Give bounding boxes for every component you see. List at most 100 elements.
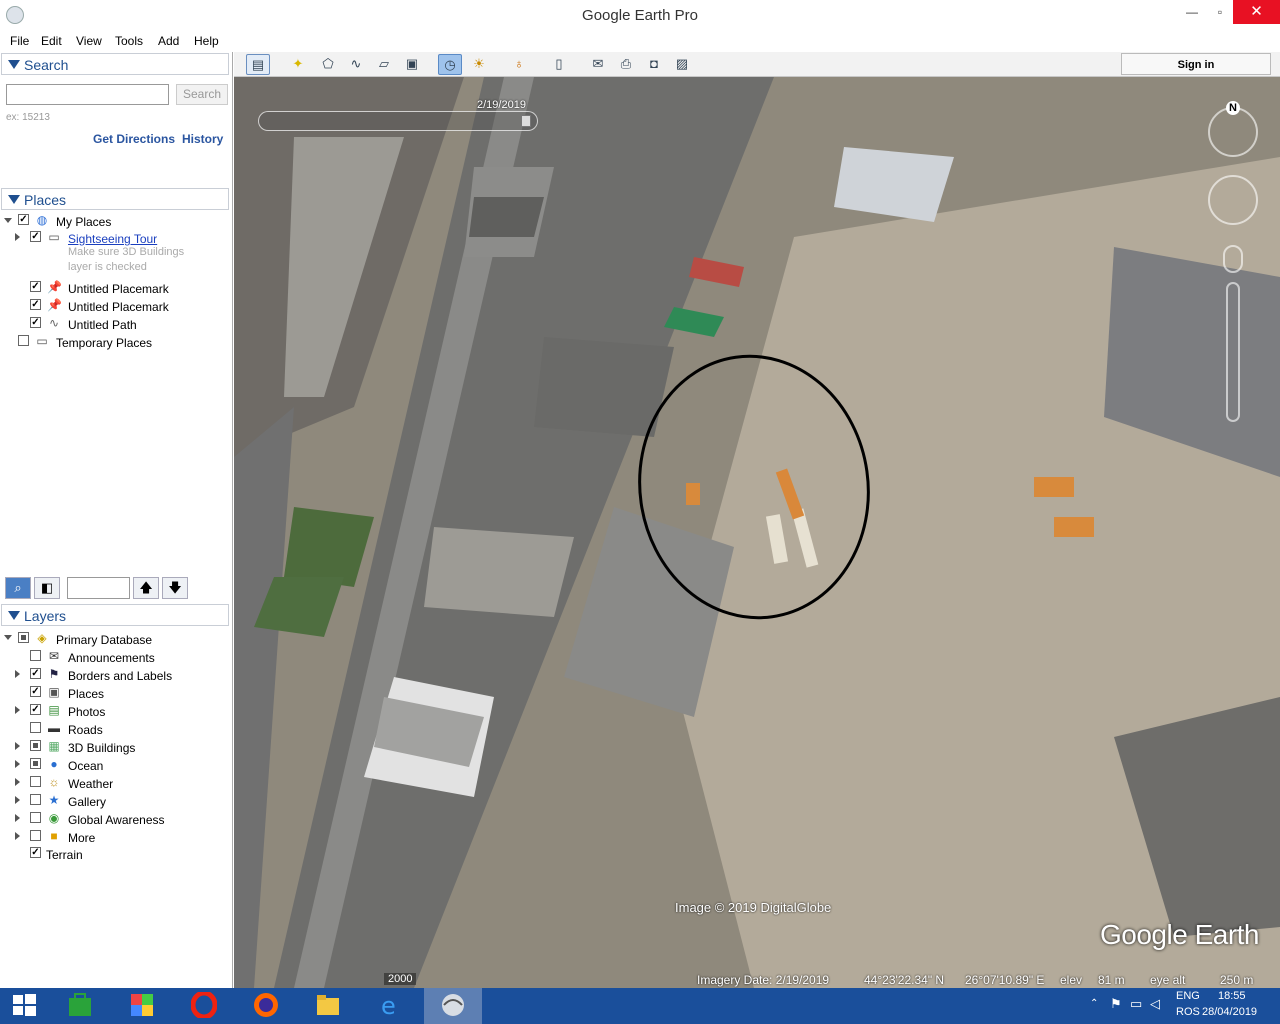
taskbar-store[interactable] bbox=[56, 988, 104, 1024]
layer-primary-database[interactable]: ◈ Primary Database bbox=[0, 630, 230, 648]
add-overlay-button[interactable]: ▱ bbox=[372, 54, 396, 75]
action-center-flag-icon[interactable]: ⚑ bbox=[1110, 996, 1122, 1012]
taskbar-internet-explorer[interactable]: e bbox=[366, 988, 414, 1024]
time-slider-handle[interactable] bbox=[521, 115, 531, 127]
historical-imagery-button[interactable]: ◷ bbox=[438, 54, 462, 75]
network-icon[interactable]: ▭ bbox=[1130, 996, 1142, 1012]
north-indicator[interactable]: N bbox=[1226, 101, 1240, 115]
path-checkbox[interactable]: ✓ bbox=[30, 317, 41, 328]
clock-date[interactable]: 28/04/2019 bbox=[1202, 1006, 1257, 1018]
tree-item-temporary-places[interactable]: ▭ Temporary Places bbox=[0, 333, 230, 351]
expand-arrow-icon[interactable] bbox=[15, 832, 20, 840]
expand-arrow-icon[interactable] bbox=[15, 814, 20, 822]
terrain-checkbox[interactable]: ✓ bbox=[30, 847, 41, 858]
add-polygon-button[interactable]: ⬠ bbox=[316, 54, 340, 75]
3d-buildings-checkbox[interactable] bbox=[30, 740, 41, 751]
borders-checkbox[interactable]: ✓ bbox=[30, 668, 41, 679]
menu-add[interactable]: Add bbox=[158, 34, 179, 48]
layer-borders-labels[interactable]: ✓ ⚑ Borders and Labels bbox=[0, 666, 230, 684]
more-checkbox[interactable] bbox=[30, 830, 41, 841]
expand-arrow-icon[interactable] bbox=[15, 778, 20, 786]
tree-item-label[interactable]: Sightseeing Tour bbox=[68, 232, 157, 246]
layer-weather[interactable]: ☼ Weather bbox=[0, 774, 230, 792]
ocean-checkbox[interactable] bbox=[30, 758, 41, 769]
sign-in-button[interactable]: Sign in bbox=[1121, 53, 1271, 75]
menu-help[interactable]: Help bbox=[194, 34, 219, 48]
satellite-map[interactable]: 2/19/2019 N Image © 2019 DigitalGlobe Go… bbox=[234, 77, 1280, 988]
menu-view[interactable]: View bbox=[76, 34, 102, 48]
expand-arrow-icon[interactable] bbox=[15, 706, 20, 714]
layer-gallery[interactable]: ★ Gallery bbox=[0, 792, 230, 810]
my-places-checkbox[interactable]: ✓ bbox=[18, 214, 29, 225]
photos-checkbox[interactable]: ✓ bbox=[30, 704, 41, 715]
tree-item-placemark-2[interactable]: ✓ 📌 Untitled Placemark bbox=[0, 297, 230, 315]
language-indicator[interactable]: ENG bbox=[1176, 990, 1200, 1002]
placemark-2-checkbox[interactable]: ✓ bbox=[30, 299, 41, 310]
menu-edit[interactable]: Edit bbox=[41, 34, 62, 48]
layer-ocean[interactable]: ● Ocean bbox=[0, 756, 230, 774]
expand-arrow-icon[interactable] bbox=[15, 760, 20, 768]
search-input[interactable] bbox=[6, 84, 169, 105]
tree-item-untitled-path[interactable]: ✓ ∿ Untitled Path bbox=[0, 315, 230, 333]
layer-roads[interactable]: ▬ Roads bbox=[0, 720, 230, 738]
expand-arrow-icon[interactable] bbox=[15, 796, 20, 804]
minimize-button[interactable]: — bbox=[1178, 0, 1206, 24]
placemark-1-checkbox[interactable]: ✓ bbox=[30, 281, 41, 292]
roads-checkbox[interactable] bbox=[30, 722, 41, 733]
tree-item-placemark-1[interactable]: ✓ 📌 Untitled Placemark bbox=[0, 279, 230, 297]
weather-checkbox[interactable] bbox=[30, 776, 41, 787]
street-view-pegman-icon[interactable] bbox=[1223, 245, 1243, 273]
volume-icon[interactable]: ◁ bbox=[1150, 996, 1160, 1012]
time-slider[interactable]: 2/19/2019 bbox=[258, 99, 538, 131]
toggle-panel-button[interactable]: ◧ bbox=[34, 577, 60, 599]
save-image-button[interactable]: ◘ bbox=[642, 54, 666, 75]
expand-arrow-icon[interactable] bbox=[4, 218, 12, 223]
primary-database-checkbox[interactable] bbox=[18, 632, 29, 643]
layer-photos[interactable]: ✓ ▤ Photos bbox=[0, 702, 230, 720]
expand-arrow-icon[interactable] bbox=[15, 233, 20, 241]
get-directions-link[interactable]: Get Directions bbox=[93, 132, 175, 146]
sidebar-toggle-button[interactable]: ▤ bbox=[246, 54, 270, 75]
ruler-button[interactable]: ▯ bbox=[547, 54, 571, 75]
places-panel-header[interactable]: Places bbox=[1, 188, 229, 210]
view-in-maps-button[interactable]: ▨ bbox=[670, 54, 694, 75]
places-filter-input[interactable] bbox=[67, 577, 130, 599]
move-down-button[interactable]: 🡇 bbox=[162, 577, 188, 599]
layer-global-awareness[interactable]: ◉ Global Awareness bbox=[0, 810, 230, 828]
layer-places[interactable]: ✓ ▣ Places bbox=[0, 684, 230, 702]
announcements-checkbox[interactable] bbox=[30, 650, 41, 661]
record-tour-button[interactable]: ▣ bbox=[400, 54, 424, 75]
expand-arrow-icon[interactable] bbox=[15, 742, 20, 750]
start-button[interactable] bbox=[0, 988, 48, 1024]
move-up-button[interactable]: 🡅 bbox=[133, 577, 159, 599]
layers-panel-header[interactable]: Layers bbox=[1, 604, 229, 626]
planets-button[interactable]: ♁ bbox=[507, 54, 531, 75]
sightseeing-tour-checkbox[interactable]: ✓ bbox=[30, 231, 41, 242]
taskbar-opera[interactable] bbox=[180, 988, 228, 1024]
layer-announcements[interactable]: ✉ Announcements bbox=[0, 648, 230, 666]
menu-file[interactable]: File bbox=[10, 34, 29, 48]
clock-time[interactable]: 18:55 bbox=[1218, 990, 1246, 1002]
places-layer-checkbox[interactable]: ✓ bbox=[30, 686, 41, 697]
zoom-slider[interactable] bbox=[1226, 282, 1240, 422]
tray-overflow-icon[interactable]: ⌃ bbox=[1090, 998, 1098, 1009]
taskbar-file-explorer[interactable] bbox=[304, 988, 352, 1024]
expand-arrow-icon[interactable] bbox=[15, 670, 20, 678]
print-button[interactable]: ⎙ bbox=[614, 54, 638, 75]
temporary-places-checkbox[interactable] bbox=[18, 335, 29, 346]
search-places-button[interactable]: ⌕ bbox=[5, 577, 31, 599]
search-button[interactable]: Search bbox=[176, 84, 228, 105]
taskbar-google-earth[interactable] bbox=[424, 988, 482, 1024]
taskbar-firefox[interactable] bbox=[242, 988, 290, 1024]
search-panel-header[interactable]: Search bbox=[1, 53, 229, 75]
global-awareness-checkbox[interactable] bbox=[30, 812, 41, 823]
maximize-button[interactable]: ▫ bbox=[1206, 0, 1234, 24]
layer-more[interactable]: ■ More bbox=[0, 828, 230, 846]
look-joystick[interactable] bbox=[1208, 175, 1258, 225]
menu-tools[interactable]: Tools bbox=[115, 34, 143, 48]
close-button[interactable]: ✕ bbox=[1233, 0, 1280, 24]
gallery-checkbox[interactable] bbox=[30, 794, 41, 805]
sunlight-button[interactable]: ☀ bbox=[467, 54, 491, 75]
email-button[interactable]: ✉ bbox=[586, 54, 610, 75]
layer-terrain[interactable]: ✓ Terrain bbox=[0, 846, 230, 864]
